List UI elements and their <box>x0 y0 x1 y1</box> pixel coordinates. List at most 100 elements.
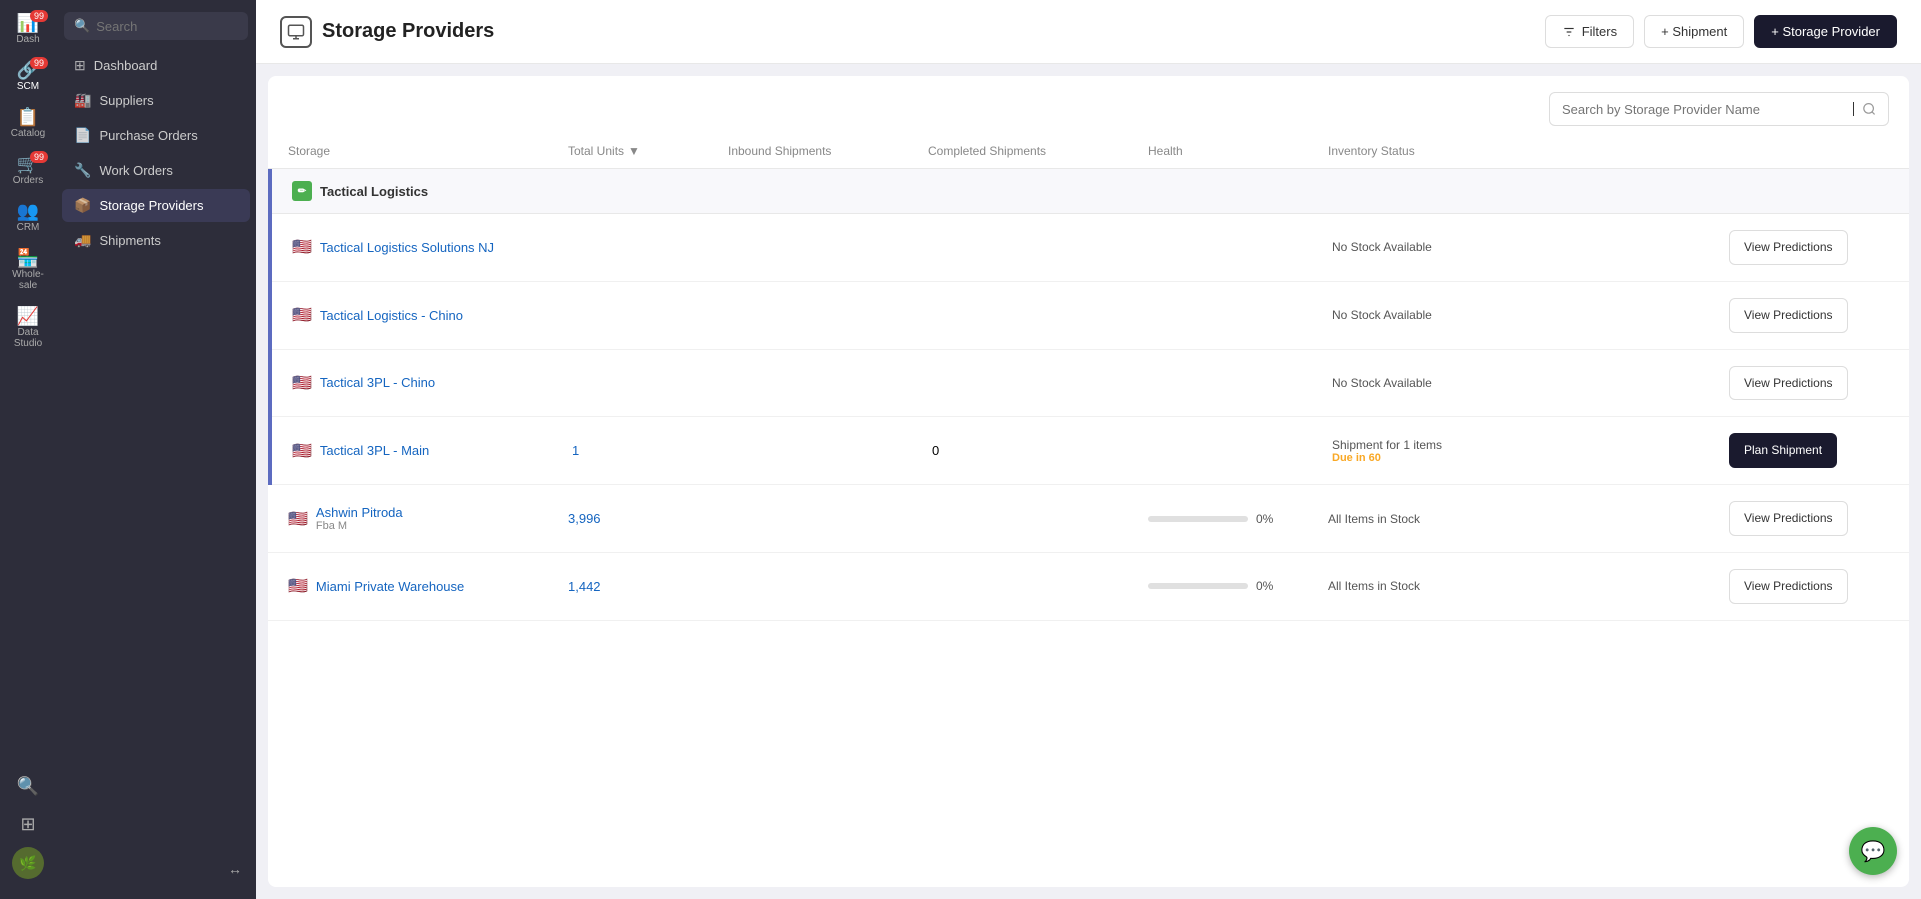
page-title: Storage Providers <box>322 20 494 43</box>
icon-rail: 📊 99 Dash 🔗 99 SCM 📋 Catalog 🛒 99 Orders… <box>0 0 56 899</box>
health-pct-miami: 0% <box>1256 579 1273 593</box>
col-total-units[interactable]: Total Units ▼ <box>568 144 728 158</box>
table-row: 🇺🇸 Tactical Logistics - Chino No Stock A… <box>272 282 1909 350</box>
sort-icon: ▼ <box>628 144 640 158</box>
rail-item-orders[interactable]: 🛒 99 Orders <box>6 149 50 192</box>
storage-cell-miami: 🇺🇸 Miami Private Warehouse <box>288 576 568 596</box>
grid-icon: ⊞ <box>20 815 35 833</box>
sidebar-item-work-orders[interactable]: 🔧 Work Orders <box>62 154 250 187</box>
action-ashwin: View Predictions <box>1729 501 1889 536</box>
avatar-image: 🌿 <box>19 855 36 872</box>
wholesale-icon: 🏪 <box>17 249 39 267</box>
total-units-miami: 1,442 <box>568 579 728 594</box>
dash-badge: 99 <box>30 10 48 22</box>
chat-icon: 💬 <box>1861 839 1886 864</box>
orders-badge: 99 <box>30 151 48 163</box>
add-storage-provider-button[interactable]: + Storage Provider <box>1754 15 1897 48</box>
page-icon <box>280 16 312 48</box>
sidebar-search-input[interactable] <box>96 19 238 34</box>
total-units-link-t3pl-main[interactable]: 1 <box>572 443 579 458</box>
flag-us: 🇺🇸 <box>288 576 308 596</box>
table-header: Storage Total Units ▼ Inbound Shipments … <box>268 134 1909 169</box>
flag-us: 🇺🇸 <box>292 237 312 257</box>
plan-shipment-button[interactable]: Plan Shipment <box>1729 433 1837 468</box>
rail-item-datastudio[interactable]: 📈 Data Studio <box>6 301 50 355</box>
view-predictions-button-miami[interactable]: View Predictions <box>1729 569 1848 604</box>
storage-name-wrap-ashwin: Ashwin Pitroda Fba M <box>316 505 403 532</box>
flag-us: 🇺🇸 <box>292 373 312 393</box>
col-completed-shipments: Completed Shipments <box>928 144 1148 158</box>
total-units-link-miami[interactable]: 1,442 <box>568 579 601 594</box>
user-avatar[interactable]: 🌿 <box>12 847 44 879</box>
sidebar-bottom: ↔ <box>56 847 256 891</box>
action-t3pl-main: Plan Shipment <box>1729 433 1889 468</box>
search-icon <box>1862 101 1876 117</box>
table-row: 🇺🇸 Ashwin Pitroda Fba M 3,996 0% <box>268 485 1909 553</box>
inventory-tl-chino: No Stock Available <box>1332 308 1729 322</box>
storage-cell-t3pl-chino: 🇺🇸 Tactical 3PL - Chino <box>292 373 572 393</box>
storage-name-miami[interactable]: Miami Private Warehouse <box>316 579 464 594</box>
view-predictions-button-ashwin[interactable]: View Predictions <box>1729 501 1848 536</box>
sidebar-item-dashboard[interactable]: ⊞ Dashboard <box>62 49 250 82</box>
view-predictions-button-tl-chino[interactable]: View Predictions <box>1729 298 1848 333</box>
rail-item-crm[interactable]: 👥 CRM <box>6 196 50 239</box>
storage-name-ashwin[interactable]: Ashwin Pitroda <box>316 505 403 520</box>
catalog-icon: 📋 <box>17 108 39 126</box>
action-tl-chino: View Predictions <box>1729 298 1889 333</box>
add-shipment-button[interactable]: + Shipment <box>1644 15 1744 48</box>
group-header-tactical: ✏ Tactical Logistics <box>272 169 1909 214</box>
storage-name-t3pl-chino[interactable]: Tactical 3PL - Chino <box>320 375 435 390</box>
dashboard-icon: ⊞ <box>74 57 86 74</box>
top-bar: Storage Providers Filters + Shipment + S… <box>256 0 1921 64</box>
search-bar-row <box>268 76 1909 134</box>
storage-name-tls-nj[interactable]: Tactical Logistics Solutions NJ <box>320 240 494 255</box>
view-predictions-button-t3pl-chino[interactable]: View Predictions <box>1729 366 1848 401</box>
storage-name-tl-chino[interactable]: Tactical Logistics - Chino <box>320 308 463 323</box>
flag-us: 🇺🇸 <box>292 305 312 325</box>
inventory-ashwin: All Items in Stock <box>1328 512 1729 526</box>
inventory-tls-nj: No Stock Available <box>1332 240 1729 254</box>
health-bar-ashwin <box>1148 516 1248 522</box>
col-inbound-shipments: Inbound Shipments <box>728 144 928 158</box>
action-tls-nj: View Predictions <box>1729 230 1889 265</box>
total-units-link-ashwin[interactable]: 3,996 <box>568 511 601 526</box>
shipments-icon: 🚚 <box>74 232 91 249</box>
health-pct-ashwin: 0% <box>1256 512 1273 526</box>
sidebar-search-wrap[interactable]: 🔍 <box>64 12 248 40</box>
search-input-wrap[interactable] <box>1549 92 1889 126</box>
rail-item-catalog[interactable]: 📋 Catalog <box>6 102 50 145</box>
storage-providers-icon: 📦 <box>74 197 91 214</box>
storage-cell-tl-chino: 🇺🇸 Tactical Logistics - Chino <box>292 305 572 325</box>
table-row: 🇺🇸 Tactical 3PL - Chino No Stock Availab… <box>272 350 1909 418</box>
suppliers-icon: 🏭 <box>74 92 91 109</box>
health-miami: 0% <box>1148 579 1328 593</box>
chat-button[interactable]: 💬 <box>1849 827 1897 875</box>
col-inventory-status: Inventory Status <box>1328 144 1729 158</box>
rail-item-dash[interactable]: 📊 99 Dash <box>6 8 50 51</box>
main-content: Storage Providers Filters + Shipment + S… <box>256 0 1921 899</box>
sidebar-item-suppliers[interactable]: 🏭 Suppliers <box>62 84 250 117</box>
rail-item-scm[interactable]: 🔗 99 SCM <box>6 55 50 98</box>
sidebar-search-icon: 🔍 <box>74 18 90 34</box>
sidebar-item-shipments[interactable]: 🚚 Shipments <box>62 224 250 257</box>
group-tactical-logistics: ✏ Tactical Logistics 🇺🇸 Tactical Logisti… <box>268 169 1909 485</box>
rail-item-search[interactable]: 🔍 <box>6 771 50 801</box>
filters-button[interactable]: Filters <box>1545 15 1634 48</box>
inventory-miami: All Items in Stock <box>1328 579 1729 593</box>
health-ashwin: 0% <box>1148 512 1328 526</box>
work-orders-icon: 🔧 <box>74 162 91 179</box>
rail-item-wholesale[interactable]: 🏪 Whole-sale <box>6 243 50 297</box>
storage-search-input[interactable] <box>1562 102 1845 117</box>
expand-icon[interactable]: ↔ <box>222 855 248 883</box>
storage-cell-ashwin: 🇺🇸 Ashwin Pitroda Fba M <box>288 505 568 532</box>
sidebar-item-purchase-orders[interactable]: 📄 Purchase Orders <box>62 119 250 152</box>
total-units-t3pl-main: 1 <box>572 443 732 458</box>
col-action <box>1729 144 1889 158</box>
col-health: Health <box>1148 144 1328 158</box>
view-predictions-button-tls-nj[interactable]: View Predictions <box>1729 230 1848 265</box>
table-row: 🇺🇸 Miami Private Warehouse 1,442 0% All … <box>268 553 1909 621</box>
flag-us: 🇺🇸 <box>288 509 308 529</box>
storage-name-t3pl-main[interactable]: Tactical 3PL - Main <box>320 443 429 458</box>
sidebar-item-storage-providers[interactable]: 📦 Storage Providers <box>62 189 250 222</box>
rail-item-grid[interactable]: ⊞ <box>6 809 50 839</box>
